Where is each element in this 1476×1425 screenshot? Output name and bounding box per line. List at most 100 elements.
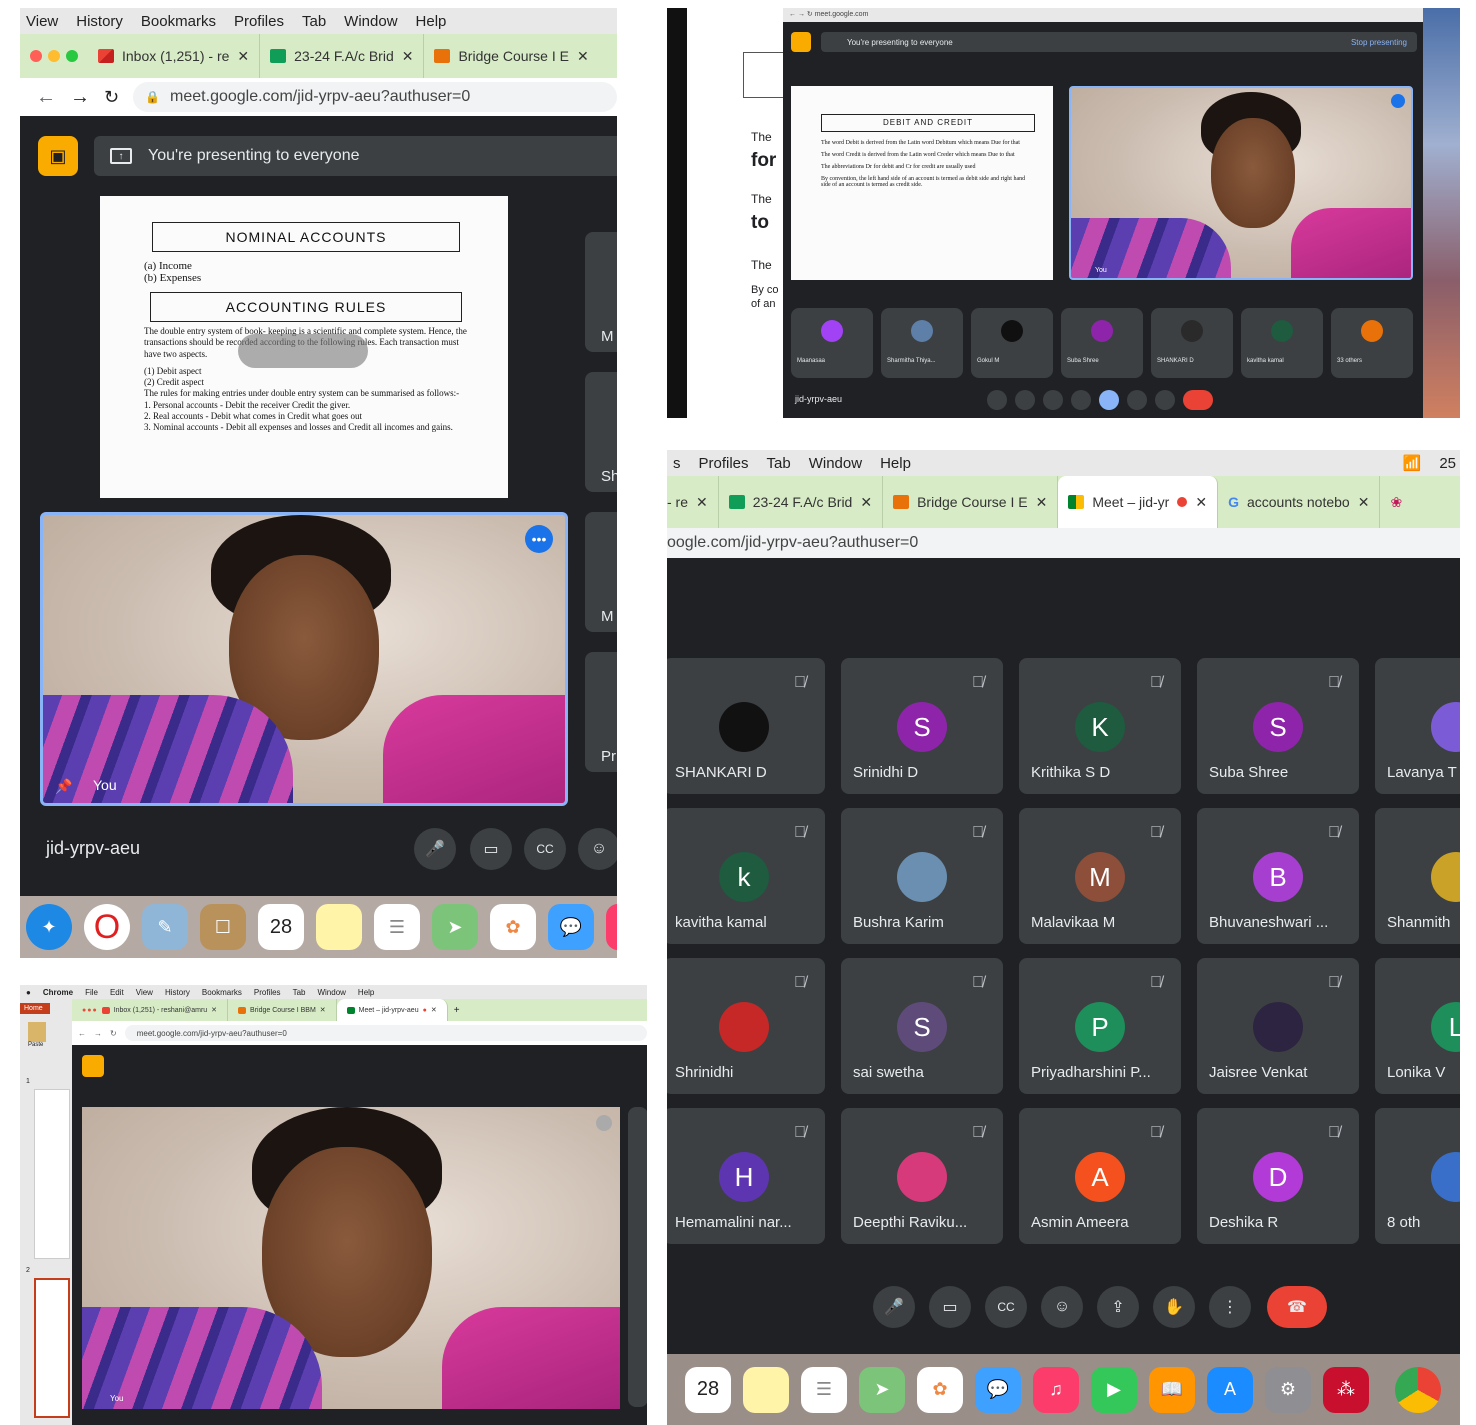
browser-tab[interactable]: G accounts notebo ✕ <box>1218 476 1381 528</box>
side-participant-tile[interactable]: Pr <box>585 652 617 772</box>
notes-icon[interactable] <box>743 1366 789 1413</box>
close-tab-icon[interactable]: ✕ <box>1195 494 1207 511</box>
reminders-icon[interactable]: ☰ <box>801 1366 847 1413</box>
participant-tile[interactable]: Sharmitha Thiya... <box>881 308 963 378</box>
menu-item[interactable]: View <box>136 988 153 997</box>
participant-tile[interactable]: 🎙̸ H Hemamalini nar... <box>667 1108 825 1244</box>
participant-tile[interactable]: 🎙̸ M Malavikaa M <box>1019 808 1181 944</box>
participant-tile[interactable]: kavitha kamal <box>1241 308 1323 378</box>
participant-tile[interactable]: 33 others <box>1331 308 1413 378</box>
safari-icon[interactable]: ✦ <box>26 904 72 950</box>
music-icon[interactable]: ♫ <box>606 904 617 950</box>
close-window-button[interactable] <box>30 50 42 62</box>
messages-icon[interactable]: 💬 <box>548 904 594 950</box>
menu-item[interactable]: s <box>673 455 681 472</box>
participant-tile[interactable]: 🎙̸Lavanya T <box>1375 658 1460 794</box>
participant-tile[interactable]: 🎙̸ Ssai swetha <box>841 958 1003 1094</box>
browser-tab[interactable]: 23-24 F.A/c Brid ✕ <box>719 476 884 528</box>
captions-button[interactable] <box>1043 390 1063 410</box>
participant-tile[interactable]: 🎙̸ K Krithika S D <box>1019 658 1181 794</box>
browser-tab[interactable]: - re ✕ <box>667 476 719 528</box>
participant-tile[interactable]: 🎙̸ k kavitha kamal <box>667 808 825 944</box>
calendar-icon[interactable]: 28 <box>258 904 304 950</box>
close-tab-icon[interactable]: ✕ <box>696 494 708 511</box>
browser-tab-active[interactable]: Meet – jid-yr ✕ <box>1058 476 1219 528</box>
reload-icon[interactable]: ↻ <box>104 87 119 108</box>
browser-tab-active[interactable]: Meet – jid-yrpv-aeu ● ✕ <box>336 999 448 1021</box>
new-tab-icon[interactable]: + <box>454 1005 460 1016</box>
menu-item[interactable]: File <box>85 988 98 997</box>
captions-button[interactable]: CC <box>524 828 566 870</box>
side-participant-tile[interactable]: M <box>585 232 617 352</box>
participant-tile[interactable]: Maanasaa <box>791 308 873 378</box>
books-icon[interactable]: 📖 <box>1149 1366 1195 1413</box>
participant-tile[interactable]: 🎙̸ D Deshika R <box>1197 1108 1359 1244</box>
more-options-icon[interactable]: ••• <box>525 525 553 553</box>
side-participant-tile[interactable] <box>628 1107 647 1407</box>
camera-button[interactable]: ▭ <box>470 828 512 870</box>
close-tab-icon[interactable]: ✕ <box>402 48 414 65</box>
participant-tile[interactable]: 🎙̸ B Bhuvaneshwari ... <box>1197 808 1359 944</box>
contacts-icon[interactable]: ☐ <box>200 904 246 950</box>
present-button[interactable]: ⇪ <box>1097 1286 1139 1328</box>
browser-tab[interactable]: Bridge Course I E ✕ <box>424 34 598 78</box>
settings-icon[interactable]: ⚙ <box>1265 1366 1311 1413</box>
browser-tab[interactable]: Bridge Course I E ✕ <box>883 476 1059 528</box>
end-call-button[interactable]: ☎ <box>1267 1286 1327 1328</box>
photos-icon[interactable]: ✿ <box>490 904 536 950</box>
messages-icon[interactable]: 💬 <box>975 1366 1021 1413</box>
menu-item[interactable]: Help <box>416 13 447 30</box>
participant-tile[interactable]: Suba Shree <box>1061 308 1143 378</box>
menu-item[interactable]: Tab <box>302 13 326 30</box>
more-options-icon[interactable] <box>1391 94 1405 108</box>
close-tab-icon[interactable]: ✕ <box>211 1006 217 1014</box>
wifi-icon[interactable]: 📶 <box>1403 454 1422 472</box>
self-video-tile[interactable]: You <box>1069 86 1413 280</box>
more-options-button[interactable]: ⋮ <box>1209 1286 1251 1328</box>
participant-tile[interactable]: 🎙̸ S Suba Shree <box>1197 658 1359 794</box>
slide-thumbnail-selected[interactable] <box>34 1278 70 1418</box>
emoji-button[interactable]: ☺ <box>1041 1286 1083 1328</box>
participant-tile[interactable]: 🎙̸8 oth <box>1375 1108 1460 1244</box>
close-tab-icon[interactable]: ✕ <box>577 48 589 65</box>
raise-hand-button[interactable] <box>1127 390 1147 410</box>
opera-icon[interactable]: O <box>84 904 130 950</box>
presentation-pill-controls[interactable] <box>238 334 368 368</box>
zoom-window-button[interactable] <box>66 50 78 62</box>
participant-tile[interactable]: 🎙̸ S Srinidhi D <box>841 658 1003 794</box>
more-options-icon[interactable] <box>596 1115 612 1131</box>
present-icon[interactable] <box>791 32 811 52</box>
participant-tile[interactable]: SHANKARI D <box>1151 308 1233 378</box>
menu-item[interactable]: Bookmarks <box>202 988 242 997</box>
participant-tile[interactable]: 🎙̸ A Asmin Ameera <box>1019 1108 1181 1244</box>
menu-item[interactable]: Help <box>880 455 911 472</box>
photos-icon[interactable]: ✿ <box>917 1366 963 1413</box>
back-icon[interactable]: ← <box>78 1029 86 1038</box>
close-tab-icon[interactable]: ✕ <box>1036 494 1048 511</box>
chrome-icon[interactable] <box>1395 1366 1441 1413</box>
close-tab-icon[interactable]: ✕ <box>237 48 249 65</box>
back-icon[interactable]: ← <box>36 86 56 109</box>
maps-icon[interactable]: ➤ <box>859 1366 905 1413</box>
present-icon[interactable]: ▣ <box>38 136 78 176</box>
browser-tab[interactable]: ●●● Inbox (1,251) - reshani@amru ✕ <box>72 999 229 1021</box>
participant-tile[interactable]: 🎙̸ SHANKARI D <box>667 658 825 794</box>
menu-item[interactable]: Window <box>317 988 345 997</box>
camera-button[interactable]: ▭ <box>929 1286 971 1328</box>
mic-button[interactable]: 🎤 <box>873 1286 915 1328</box>
network-app-icon[interactable]: ⁂ <box>1323 1366 1369 1413</box>
maps-icon[interactable]: ➤ <box>432 904 478 950</box>
participant-tile[interactable]: 🎙̸ P Priyadharshini P... <box>1019 958 1181 1094</box>
participant-tile[interactable]: 🎙̸Shanmith <box>1375 808 1460 944</box>
more-button[interactable] <box>1155 390 1175 410</box>
present-button[interactable] <box>1099 390 1119 410</box>
raise-hand-button[interactable]: ✋ <box>1153 1286 1195 1328</box>
reload-icon[interactable]: ↻ <box>110 1029 117 1038</box>
emoji-button[interactable]: ☺ <box>578 828 617 870</box>
music-icon[interactable]: ♫ <box>1033 1366 1079 1413</box>
paste-icon[interactable] <box>28 1022 46 1042</box>
menu-item[interactable]: Chrome <box>43 988 73 997</box>
menu-item[interactable]: Profiles <box>234 13 284 30</box>
menu-item[interactable]: Tab <box>767 455 791 472</box>
mic-button[interactable]: 🎤 <box>414 828 456 870</box>
